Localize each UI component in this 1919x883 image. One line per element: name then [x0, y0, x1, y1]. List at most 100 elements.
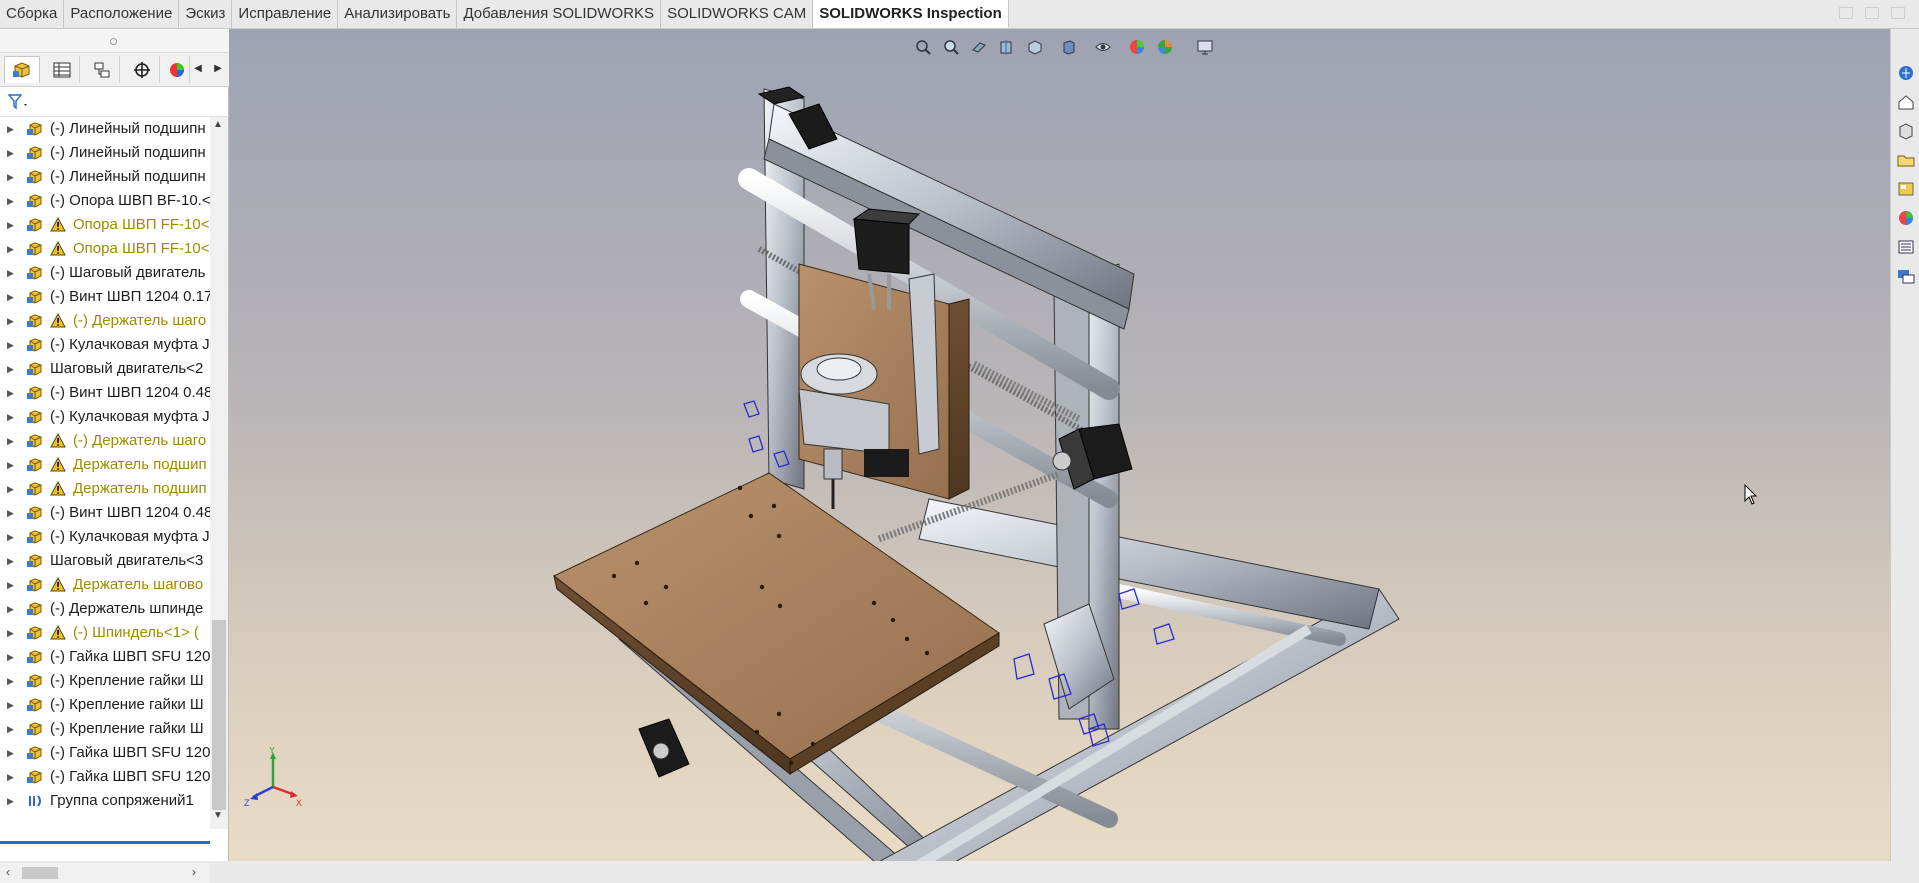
solidworks-resources-icon[interactable] — [1896, 63, 1916, 83]
expand-arrow-icon[interactable]: ▶ — [7, 213, 14, 237]
expand-arrow-icon[interactable]: ▶ — [7, 525, 14, 549]
tree-item[interactable]: ▶ (-) Крепление гайки Ш — [0, 717, 210, 741]
panel-grip[interactable] — [0, 29, 229, 53]
ribbon-tab[interactable]: Добавления SOLIDWORKS — [457, 0, 662, 28]
ribbon-tab[interactable]: Сборка — [0, 0, 65, 28]
tree-horizontal-scrollbar[interactable]: ‹ › — [0, 863, 210, 883]
restore-icon[interactable] — [1891, 7, 1905, 19]
ribbon-tab[interactable]: Эскиз — [179, 0, 233, 28]
cnc-router-model[interactable] — [229, 29, 1919, 861]
expand-arrow-icon[interactable]: ▶ — [7, 117, 14, 141]
tree-item[interactable]: ▶ (-) Линейный подшипн — [0, 141, 210, 165]
dimxpert-manager-tab[interactable] — [124, 56, 160, 83]
ribbon-tab[interactable]: Расположение — [64, 0, 180, 28]
ribbon-tab[interactable]: SOLIDWORKS CAM — [661, 0, 814, 28]
tree-item[interactable]: ▶ (-) Шаговый двигатель — [0, 261, 210, 285]
file-explorer-icon[interactable] — [1896, 150, 1916, 170]
tree-item[interactable]: ▶ Шаговый двигатель<3 — [0, 549, 210, 573]
tree-item[interactable]: ▶ (-) Винт ШВП 1204 0.17 — [0, 285, 210, 309]
graphics-area[interactable]: Y X Z — [229, 29, 1919, 861]
tree-item[interactable]: ▶ (-) Винт ШВП 1204 0.48 — [0, 501, 210, 525]
tree-item[interactable]: ▶ Шаговый двигатель<2 — [0, 357, 210, 381]
expand-arrow-icon[interactable]: ▶ — [7, 357, 14, 381]
scroll-up-icon[interactable]: ▲ — [213, 119, 223, 130]
expand-arrow-icon[interactable]: ▶ — [7, 789, 14, 813]
rollback-bar[interactable] — [0, 841, 210, 844]
expand-arrow-icon[interactable]: ▶ — [7, 693, 14, 717]
expand-arrow-icon[interactable]: ▶ — [7, 309, 14, 333]
h-scroll-thumb[interactable] — [22, 867, 58, 879]
expand-arrow-icon[interactable]: ▶ — [7, 141, 14, 165]
scroll-down-icon[interactable]: ▼ — [213, 810, 223, 821]
tree-vertical-scrollbar[interactable]: ▲ ▼ — [210, 117, 228, 829]
tree-item[interactable]: ▶ (-) Крепление гайки Ш — [0, 669, 210, 693]
tree-item[interactable]: ▶ (-) Шпиндель<1> ( — [0, 621, 210, 645]
tree-item[interactable]: ▶ (-) Держатель шаго — [0, 309, 210, 333]
tree-item[interactable]: ▶ (-) Гайка ШВП SFU 1204 — [0, 645, 210, 669]
expand-arrow-icon[interactable]: ▶ — [7, 645, 14, 669]
tree-item-label: Опора ШВП FF-10< — [73, 240, 210, 257]
expand-arrow-icon[interactable]: ▶ — [7, 573, 14, 597]
tree-item[interactable]: ▶ Опора ШВП FF-10< — [0, 213, 210, 237]
expand-arrow-icon[interactable]: ▶ — [7, 189, 14, 213]
property-manager-tab[interactable] — [44, 56, 80, 83]
expand-arrow-icon[interactable]: ▶ — [7, 717, 14, 741]
tree-item[interactable]: ▶ (-) Гайка ШВП SFU 1204 — [0, 765, 210, 789]
custom-properties-icon[interactable] — [1896, 237, 1916, 257]
expand-arrow-icon[interactable]: ▶ — [7, 261, 14, 285]
expand-arrow-icon[interactable]: ▶ — [7, 285, 14, 309]
tabs-scroll-left-icon[interactable]: ◀ — [192, 61, 204, 77]
forum-icon[interactable] — [1896, 266, 1916, 286]
tree-item[interactable]: ▶ (-) Линейный подшипн — [0, 165, 210, 189]
expand-arrow-icon[interactable]: ▶ — [7, 741, 14, 765]
component-icon — [27, 242, 42, 256]
tree-item[interactable]: ▶ (-) Держатель шаго — [0, 429, 210, 453]
tree-item[interactable]: ▶ (-) Держатель шпинде — [0, 597, 210, 621]
tree-item[interactable]: ▶ (-) Кулачковая муфта JI — [0, 333, 210, 357]
tree-item[interactable]: ▶ Держатель шагово — [0, 573, 210, 597]
tree-item[interactable]: ▶ (-) Винт ШВП 1204 0.48 — [0, 381, 210, 405]
expand-arrow-icon[interactable]: ▶ — [7, 333, 14, 357]
configuration-manager-tab[interactable] — [84, 56, 120, 83]
home-icon[interactable] — [1896, 92, 1916, 112]
expand-arrow-icon[interactable]: ▶ — [7, 453, 14, 477]
tree-item[interactable]: ▶ (-) Гайка ШВП SFU 1204 — [0, 741, 210, 765]
tree-item[interactable]: ▶ Держатель подшип — [0, 453, 210, 477]
expand-arrow-icon[interactable]: ▶ — [7, 405, 14, 429]
expand-arrow-icon[interactable]: ▶ — [7, 429, 14, 453]
expand-arrow-icon[interactable]: ▶ — [7, 669, 14, 693]
tree-item[interactable]: ▶ Группа сопряжений1 — [0, 789, 210, 813]
appearances-icon[interactable] — [1896, 208, 1916, 228]
expand-arrow-icon[interactable]: ▶ — [7, 381, 14, 405]
tile-icon[interactable] — [1839, 7, 1853, 19]
expand-arrow-icon[interactable]: ▶ — [7, 477, 14, 501]
scroll-thumb[interactable] — [212, 620, 226, 810]
design-library-icon[interactable] — [1896, 121, 1916, 141]
expand-arrow-icon[interactable]: ▶ — [7, 165, 14, 189]
view-palette-icon[interactable] — [1896, 179, 1916, 199]
ribbon-tab[interactable]: Исправление — [232, 0, 339, 28]
expand-arrow-icon[interactable]: ▶ — [7, 237, 14, 261]
display-manager-tab[interactable] — [164, 56, 190, 83]
expand-arrow-icon[interactable]: ▶ — [7, 765, 14, 789]
ribbon-tab[interactable]: Анализировать — [338, 0, 458, 28]
tree-item[interactable]: ▶ (-) Крепление гайки Ш — [0, 693, 210, 717]
tree-item[interactable]: ▶ (-) Кулачковая муфта JI — [0, 405, 210, 429]
cascade-icon[interactable] — [1865, 7, 1879, 19]
ribbon-tab[interactable]: SOLIDWORKS Inspection — [813, 0, 1009, 28]
expand-arrow-icon[interactable]: ▶ — [7, 501, 14, 525]
expand-arrow-icon[interactable]: ▶ — [7, 549, 14, 573]
tree-item[interactable]: ▶ (-) Кулачковая муфта JI — [0, 525, 210, 549]
feature-manager-tab[interactable] — [4, 56, 40, 83]
expand-arrow-icon[interactable]: ▶ — [7, 621, 14, 645]
tree-filter[interactable] — [0, 87, 229, 117]
tree-item[interactable]: ▶ (-) Линейный подшипн — [0, 117, 210, 141]
tree-item[interactable]: ▶ Опора ШВП FF-10< — [0, 237, 210, 261]
tree-item[interactable]: ▶ (-) Опора ШВП BF-10.< — [0, 189, 210, 213]
tree-item[interactable]: ▶ Держатель подшип — [0, 477, 210, 501]
scroll-left-icon[interactable]: ‹ — [6, 865, 10, 879]
tabs-scroll-right-icon[interactable]: ▶ — [212, 61, 224, 77]
tree-item-label: (-) Линейный подшипн — [50, 120, 206, 137]
scroll-right-icon[interactable]: › — [192, 865, 196, 879]
expand-arrow-icon[interactable]: ▶ — [7, 597, 14, 621]
